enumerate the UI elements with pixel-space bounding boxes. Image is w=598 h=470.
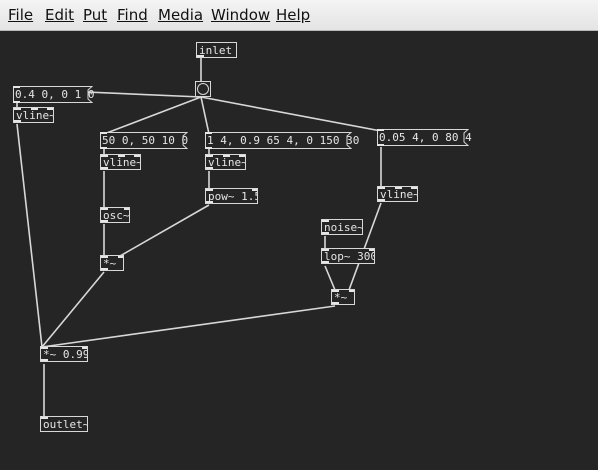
inlet-port[interactable]: [101, 208, 108, 210]
inlet-port[interactable]: [101, 256, 108, 258]
object-label: vline~: [208, 156, 246, 169]
lop-object[interactable]: lop~ 300: [321, 248, 375, 264]
outlet-object[interactable]: outlet~: [40, 416, 88, 432]
menu-file[interactable]: File: [8, 6, 33, 24]
inlet-port[interactable]: [349, 290, 354, 292]
menu-edit[interactable]: Edit: [45, 6, 74, 24]
object-label: outlet~: [43, 418, 88, 431]
menu-find-label: Find: [117, 6, 148, 24]
cord-bang-env-c: [200, 96, 382, 132]
multiply-out-object[interactable]: *~ 0.99: [40, 346, 88, 362]
outlet-port[interactable]: [101, 167, 108, 169]
pow-object[interactable]: pow~ 1.5: [205, 188, 258, 204]
outlet-port[interactable]: [14, 120, 21, 122]
message-env-c[interactable]: 0.05 4, 0 80 4: [377, 129, 472, 146]
menu-put-label: Put: [83, 6, 108, 24]
message-env-a[interactable]: 50 0, 50 10 0: [100, 132, 188, 149]
noise-object[interactable]: noise~: [321, 219, 363, 235]
message-text: 1 4, 0.9 65 4, 0 150 30: [207, 134, 360, 147]
menu-edit-label: Edit: [45, 6, 75, 24]
inlet-port[interactable]: [378, 187, 385, 189]
patch-canvas[interactable]: inlet 0.4 0, 0 1 0 vline~ 50 0, 50 10 0 …: [0, 31, 598, 470]
inlet-port[interactable]: [395, 187, 402, 189]
cord-bang-env-a: [103, 96, 202, 135]
object-label: pow~ 1.5: [208, 190, 258, 203]
vline-main-object[interactable]: vline~: [13, 107, 54, 123]
menu-find[interactable]: Find: [117, 6, 148, 24]
menu-put[interactable]: Put: [83, 6, 107, 24]
bang-circle: [197, 83, 209, 95]
osc-object[interactable]: osc~: [100, 207, 130, 223]
multiply-b-object[interactable]: *~: [331, 289, 355, 305]
object-label: vline~: [103, 156, 141, 169]
inlet-port[interactable]: [124, 208, 129, 210]
menu-media-label: Media: [158, 6, 204, 24]
cord-mul-a-mul-out: [41, 271, 105, 348]
vline-a-object[interactable]: vline~: [100, 154, 141, 170]
inlet-port[interactable]: [322, 249, 329, 251]
inlet-object[interactable]: inlet: [196, 42, 237, 58]
outlet-port[interactable]: [206, 167, 213, 169]
inlet-port[interactable]: [369, 249, 374, 251]
inlet-port[interactable]: [239, 155, 245, 157]
inlet-port[interactable]: [206, 155, 213, 157]
object-label: lop~ 300: [324, 250, 375, 263]
outlet-port[interactable]: [332, 302, 339, 304]
inlet-port[interactable]: [223, 155, 230, 157]
inlet-port[interactable]: [47, 108, 53, 110]
menu-help[interactable]: Help: [276, 6, 310, 24]
message-text: 50 0, 50 10 0: [102, 134, 189, 147]
bang-button[interactable]: [195, 81, 211, 97]
multiply-a-object[interactable]: *~: [100, 255, 124, 271]
outlet-port[interactable]: [322, 232, 329, 234]
object-label: *~ 0.99: [43, 348, 88, 361]
inlet-port[interactable]: [322, 220, 329, 222]
cord-vline-mul-b: [348, 202, 382, 291]
message-text: 0.4 0, 0 1 0: [15, 88, 95, 101]
inlet-port[interactable]: [31, 108, 38, 110]
object-label: vline~: [16, 109, 54, 122]
vline-c-object[interactable]: vline~: [377, 186, 418, 202]
menu-window[interactable]: Window: [211, 6, 270, 24]
inlet-port[interactable]: [332, 290, 339, 292]
outlet-port[interactable]: [322, 261, 329, 263]
cord-lop-mul-b: [324, 265, 336, 291]
message-text: 0.05 4, 0 80 4: [379, 131, 472, 144]
outlet-port[interactable]: [41, 359, 48, 361]
inlet-port[interactable]: [134, 155, 140, 157]
menu-bar: File Edit Put Find Media Window Help: [0, 0, 598, 31]
outlet-port[interactable]: [206, 201, 213, 203]
outlet-port[interactable]: [101, 268, 108, 270]
inlet-port[interactable]: [118, 256, 123, 258]
inlet-port[interactable]: [206, 189, 213, 191]
outlet-port[interactable]: [378, 199, 385, 201]
cord-vline-main-mul-out: [16, 123, 43, 348]
inlet-port[interactable]: [252, 189, 257, 191]
message-env-main[interactable]: 0.4 0, 0 1 0: [13, 86, 95, 103]
inlet-port[interactable]: [41, 347, 48, 349]
inlet-port[interactable]: [41, 417, 48, 419]
menu-media[interactable]: Media: [158, 6, 203, 24]
cord-mul-b-mul-out: [41, 305, 336, 348]
vline-b-object[interactable]: vline~: [205, 154, 246, 170]
menu-window-label: Window: [211, 6, 271, 24]
outlet-port[interactable]: [101, 220, 108, 222]
object-label: noise~: [324, 221, 363, 234]
menu-file-label: File: [8, 6, 34, 24]
inlet-port[interactable]: [118, 155, 125, 157]
inlet-port[interactable]: [82, 347, 87, 349]
cord-bang-env-b: [200, 96, 210, 135]
inlet-port[interactable]: [101, 155, 108, 157]
menu-help-label: Help: [276, 6, 311, 24]
message-env-b[interactable]: 1 4, 0.9 65 4, 0 150 30: [205, 132, 359, 149]
inlet-port[interactable]: [14, 108, 21, 110]
cord-pow-mul-a: [119, 204, 210, 257]
outlet-port[interactable]: [197, 55, 204, 57]
object-label: vline~: [380, 188, 418, 201]
inlet-port[interactable]: [411, 187, 417, 189]
